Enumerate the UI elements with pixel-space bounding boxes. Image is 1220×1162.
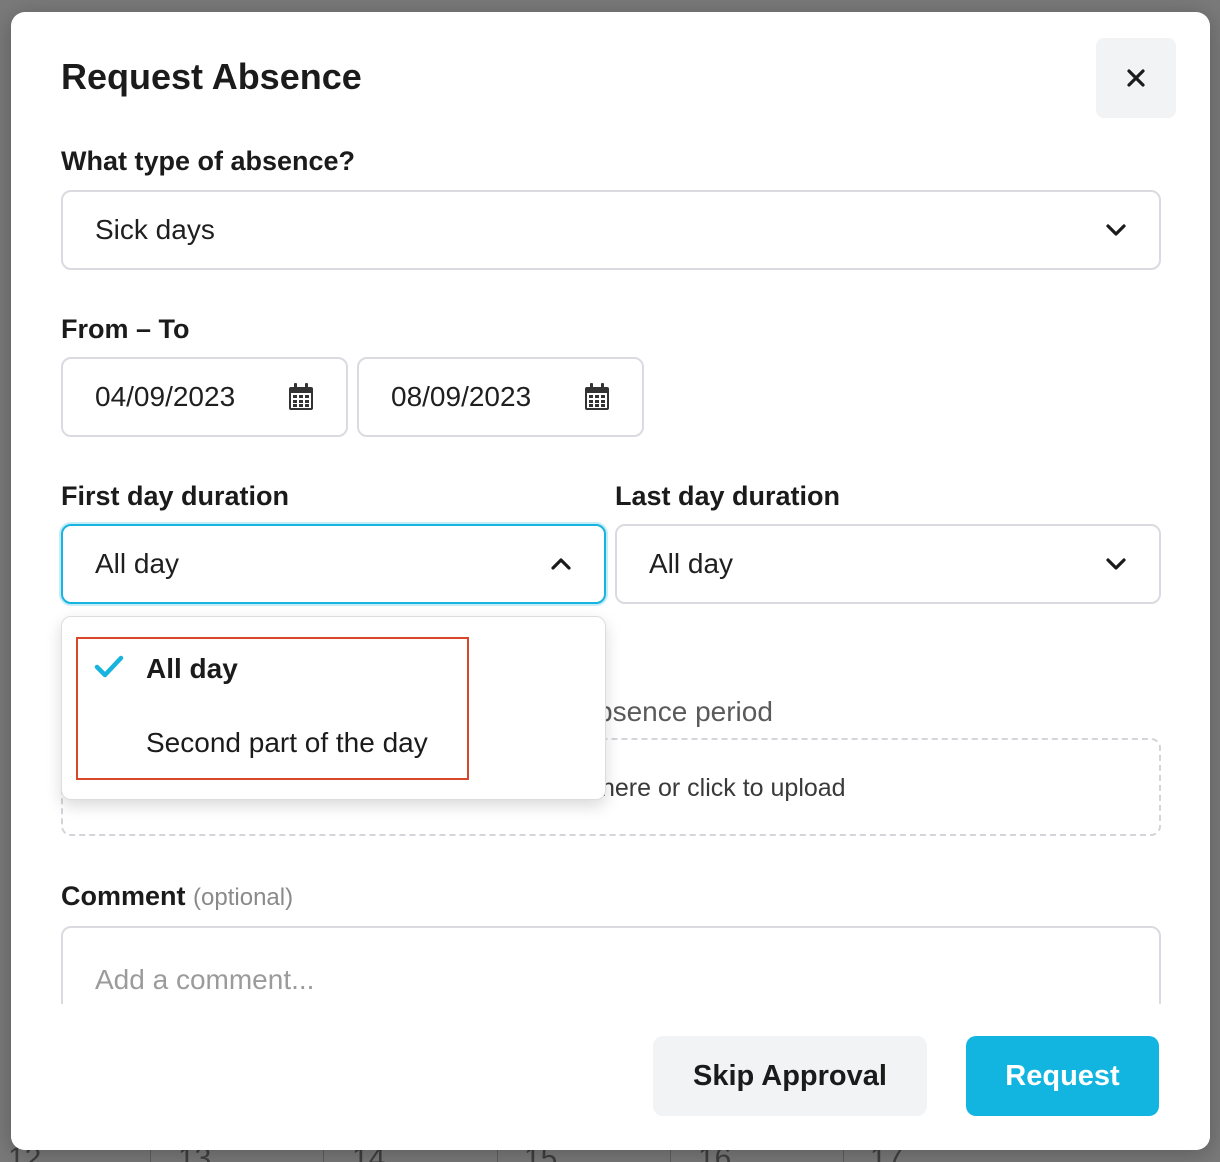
date-range-label: From – To	[61, 314, 190, 344]
request-absence-modal: Request Absence What type of absence? Si…	[11, 12, 1210, 1150]
to-date-value: 08/09/2023	[391, 381, 532, 412]
attachment-label: bsence period	[597, 696, 773, 727]
menu-option-second-part[interactable]: Second part of the day	[146, 727, 428, 759]
last-day-duration-label: Last day duration	[615, 481, 841, 511]
first-day-duration-label: First day duration	[61, 481, 290, 511]
menu-option-all-day[interactable]: All day	[146, 653, 238, 685]
skip-approval-button[interactable]: Skip Approval	[653, 1036, 927, 1116]
first-day-duration-select[interactable]: All day	[61, 524, 606, 604]
comment-label-text: Comment	[61, 881, 186, 911]
chevron-up-icon	[551, 558, 571, 570]
close-icon	[1127, 69, 1145, 87]
modal-title: Request Absence	[61, 56, 362, 97]
comment-label: Comment (optional)	[61, 881, 293, 912]
first-day-duration-value: All day	[95, 548, 180, 579]
last-day-duration-select[interactable]: All day	[615, 524, 1161, 604]
absence-type-value: Sick days	[95, 214, 215, 245]
absence-type-label: What type of absence?	[61, 146, 356, 176]
first-day-duration-menu: All day Second part of the day	[61, 616, 606, 800]
check-icon	[94, 655, 124, 678]
comment-optional-tag: (optional)	[193, 884, 294, 911]
calendar-icon	[585, 383, 609, 410]
absence-type-select[interactable]: Sick days	[61, 190, 1161, 270]
calendar-icon	[289, 383, 313, 410]
comment-placeholder: Add a comment...	[95, 964, 315, 995]
to-date-input[interactable]: 08/09/2023	[357, 357, 644, 437]
chevron-down-icon	[1106, 558, 1126, 570]
close-button[interactable]	[1096, 38, 1176, 118]
attachment-hint: here or click to upload	[601, 774, 846, 802]
request-button[interactable]: Request	[966, 1036, 1159, 1116]
from-date-value: 04/09/2023	[95, 381, 236, 412]
chevron-down-icon	[1106, 224, 1126, 236]
last-day-duration-value: All day	[649, 548, 734, 579]
from-date-input[interactable]: 04/09/2023	[61, 357, 348, 437]
